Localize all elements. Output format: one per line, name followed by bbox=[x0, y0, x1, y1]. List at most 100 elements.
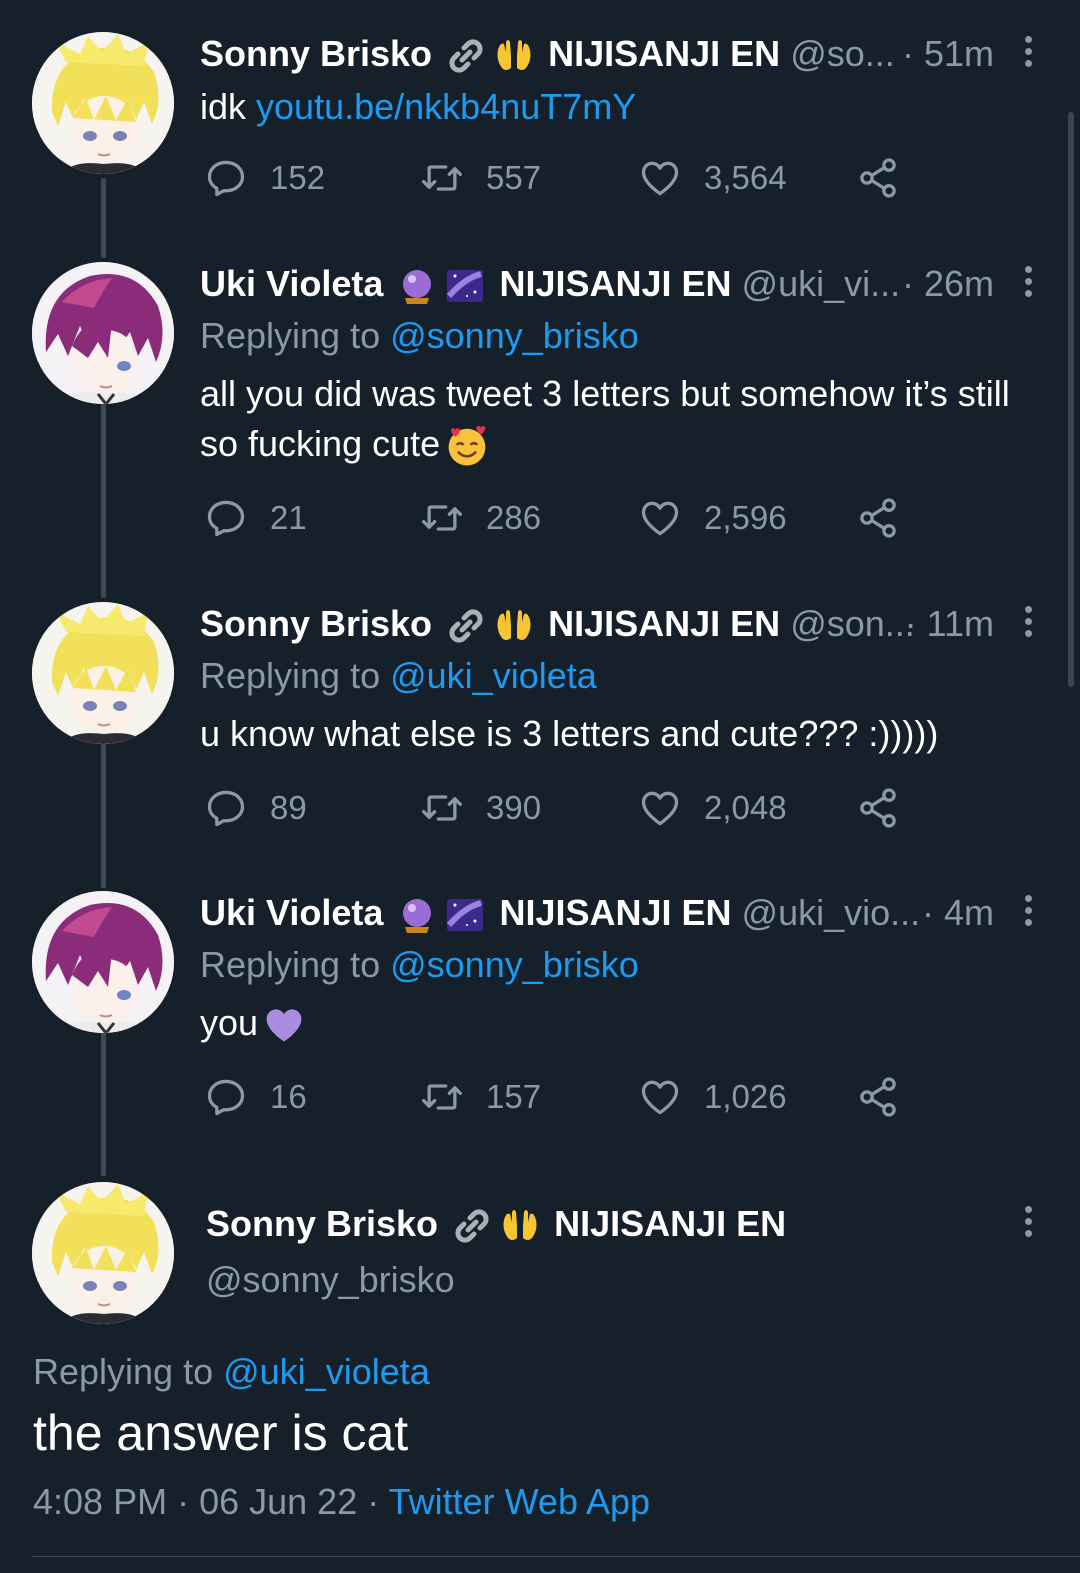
share-button[interactable] bbox=[856, 495, 922, 541]
avatar-uki[interactable] bbox=[32, 262, 174, 404]
retweet-icon bbox=[422, 505, 462, 531]
share-button[interactable] bbox=[856, 1074, 922, 1120]
crystal-ball-emoji bbox=[403, 899, 432, 934]
handle[interactable]: @sonny_brisko bbox=[206, 1256, 455, 1304]
reply-count: 16 bbox=[270, 1078, 307, 1115]
share-icon bbox=[860, 158, 896, 198]
like-count: 3,564 bbox=[704, 159, 787, 196]
like-count: 2,596 bbox=[704, 499, 787, 536]
reply-icon bbox=[207, 500, 245, 537]
replying-to: Replying to @sonny_brisko bbox=[200, 941, 639, 989]
tweet-meta: 4:08 PM · 06 Jun 22 · Twitter Web App bbox=[33, 1478, 650, 1526]
more-vertical-icon[interactable] bbox=[1020, 266, 1036, 302]
reply-button[interactable]: 16 bbox=[204, 1074, 307, 1120]
reply-button[interactable]: 89 bbox=[204, 785, 307, 831]
reply-count: 89 bbox=[270, 789, 307, 826]
retweet-count: 390 bbox=[486, 789, 542, 826]
timestamp[interactable]: · 4m bbox=[922, 889, 994, 937]
like-button[interactable]: 1,026 bbox=[638, 1074, 787, 1120]
retweet-icon bbox=[422, 795, 462, 821]
like-count: 2,048 bbox=[704, 789, 787, 826]
reply-count: 21 bbox=[270, 499, 307, 536]
main-tweet: Sonny Brisko NIJISANJI EN @sonny_brisko … bbox=[0, 1180, 1080, 1560]
org-label: NIJISANJI EN bbox=[499, 263, 732, 304]
heart-icon bbox=[641, 791, 679, 826]
avatar-sonny[interactable] bbox=[32, 32, 174, 174]
tweet-actions: 152 557 3,564 bbox=[200, 155, 920, 201]
tweet[interactable]: Sonny Brisko NIJISANJI EN @son... · 11m … bbox=[0, 600, 1080, 860]
smiling-face-with-hearts-emoji bbox=[448, 426, 486, 467]
display-name[interactable]: Uki Violeta bbox=[200, 892, 383, 933]
reply-button[interactable]: 21 bbox=[204, 495, 307, 541]
org-label: NIJISANJI EN bbox=[499, 892, 732, 933]
like-button[interactable]: 3,564 bbox=[638, 155, 787, 201]
tweet-text: the answer is cat bbox=[33, 1405, 409, 1461]
display-name[interactable]: Sonny Brisko bbox=[206, 1203, 438, 1244]
link-emoji bbox=[449, 39, 483, 74]
tweet[interactable]: Uki Violeta NIJISANJI EN @uki_vi... · 26… bbox=[0, 260, 1080, 570]
open-hands-emoji bbox=[497, 40, 531, 71]
share-button[interactable] bbox=[856, 785, 922, 831]
retweet-button[interactable]: 557 bbox=[420, 155, 541, 201]
more-vertical-icon[interactable] bbox=[1020, 36, 1036, 72]
timestamp[interactable]: · 26m bbox=[902, 260, 994, 308]
tweet-source[interactable]: Twitter Web App bbox=[389, 1481, 650, 1522]
reply-icon bbox=[207, 1079, 245, 1116]
milky-way-emoji bbox=[447, 899, 484, 932]
share-icon bbox=[860, 1077, 896, 1117]
tweet-time[interactable]: 4:08 PM bbox=[33, 1481, 167, 1522]
more-vertical-icon[interactable] bbox=[1020, 1206, 1036, 1242]
tweet-header: Sonny Brisko NIJISANJI EN bbox=[206, 1200, 1060, 1248]
replying-to-handle[interactable]: @uki_violeta bbox=[390, 655, 597, 696]
replying-to: Replying to @uki_violeta bbox=[33, 1348, 430, 1396]
divider bbox=[32, 1556, 1080, 1557]
replying-label: Replying to bbox=[200, 315, 391, 356]
handle[interactable]: @uki_vi... bbox=[742, 263, 901, 304]
link-emoji bbox=[449, 609, 483, 644]
like-button[interactable]: 2,048 bbox=[638, 785, 787, 831]
replying-label: Replying to bbox=[200, 655, 391, 696]
avatar-sonny[interactable] bbox=[32, 602, 174, 744]
share-icon bbox=[860, 788, 896, 828]
tweet[interactable]: Sonny Brisko NIJISANJI EN @so... · 51m i… bbox=[0, 30, 1080, 230]
tweet-text: you bbox=[200, 998, 1060, 1048]
avatar-uki[interactable] bbox=[32, 891, 174, 1033]
avatar-sonny[interactable] bbox=[32, 1182, 174, 1324]
tweet-text-line-2: so fucking cute bbox=[200, 419, 1060, 469]
retweet-icon bbox=[422, 1084, 462, 1110]
tweet-text: u know what else is 3 letters and cute??… bbox=[200, 713, 939, 754]
like-button[interactable]: 2,596 bbox=[638, 495, 787, 541]
reply-count: 152 bbox=[270, 159, 326, 196]
tweet-actions: 21 286 2,596 bbox=[200, 495, 920, 541]
reply-button[interactable]: 152 bbox=[204, 155, 325, 201]
more-vertical-icon[interactable] bbox=[1020, 606, 1036, 642]
display-name[interactable]: Sonny Brisko bbox=[200, 603, 432, 644]
retweet-icon bbox=[422, 165, 462, 191]
share-button[interactable] bbox=[856, 155, 922, 201]
tweet-text: all you did was tweet 3 letters but some… bbox=[200, 369, 1060, 469]
display-name[interactable]: Uki Violeta bbox=[200, 263, 383, 304]
tweet-text: idk youtu.be/nkkb4nuT7mY bbox=[200, 82, 1060, 132]
handle[interactable]: @son... bbox=[790, 603, 915, 644]
heart-icon bbox=[641, 501, 679, 536]
replying-to-handle[interactable]: @sonny_brisko bbox=[390, 315, 639, 356]
org-label: NIJISANJI EN bbox=[554, 1203, 787, 1244]
retweet-button[interactable]: 157 bbox=[420, 1074, 541, 1120]
tweet-text-prefix: idk bbox=[200, 86, 257, 127]
handle[interactable]: @uki_vio... bbox=[742, 892, 921, 933]
retweet-button[interactable]: 390 bbox=[420, 785, 541, 831]
open-hands-emoji bbox=[503, 1210, 537, 1241]
timestamp[interactable]: · 11m bbox=[905, 600, 994, 648]
replying-to-handle[interactable]: @uki_violeta bbox=[223, 1351, 430, 1392]
milky-way-emoji bbox=[447, 270, 484, 303]
purple-heart-emoji bbox=[266, 1009, 302, 1042]
replying-to: Replying to @uki_violeta bbox=[200, 652, 597, 700]
replying-to-handle[interactable]: @sonny_brisko bbox=[390, 944, 639, 985]
display-name[interactable]: Sonny Brisko bbox=[200, 33, 432, 74]
retweet-button[interactable]: 286 bbox=[420, 495, 541, 541]
handle[interactable]: @so... bbox=[790, 33, 895, 74]
tweet[interactable]: Uki Violeta NIJISANJI EN @uki_vio... · 4… bbox=[0, 889, 1080, 1149]
timestamp[interactable]: · 51m bbox=[902, 30, 994, 78]
tweet-link[interactable]: youtu.be/nkkb4nuT7mY bbox=[256, 86, 636, 127]
more-vertical-icon[interactable] bbox=[1020, 895, 1036, 931]
